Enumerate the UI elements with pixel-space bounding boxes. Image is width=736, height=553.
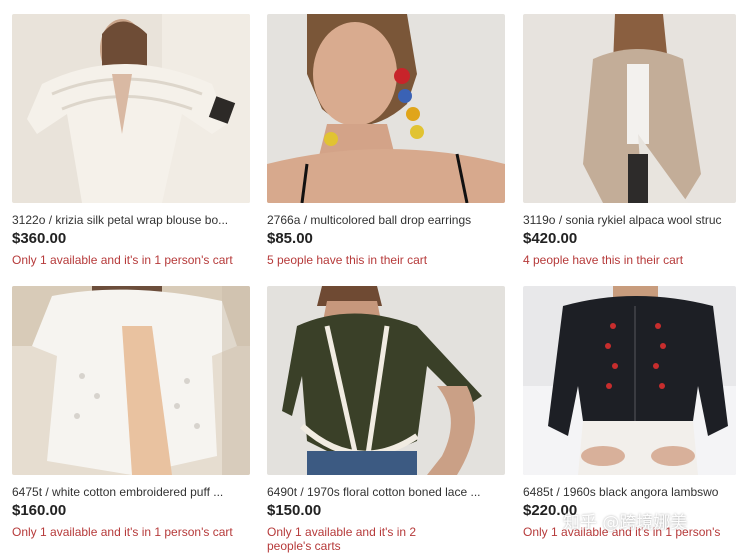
product-photo-black-cardigan[interactable] [523, 286, 736, 475]
product-title[interactable]: 6485t / 1960s black angora lambswo [523, 485, 736, 499]
product-price: $85.00 [267, 230, 313, 247]
cart-status: 5 people have this in their cart [267, 253, 428, 267]
product-card[interactable]: 2766a / multicolored ball drop earrings … [267, 14, 507, 267]
cart-status: Only 1 available and it's in 1 person's … [12, 525, 233, 539]
cart-status: Only 1 available and it's in 1 person's … [12, 253, 233, 267]
product-card[interactable]: 6490t / 1970s floral cotton boned lace .… [267, 286, 507, 553]
product-title[interactable]: 3119o / sonia rykiel alpaca wool struc [523, 213, 736, 227]
product-price: $420.00 [523, 230, 578, 247]
product-photo-white-eyelet-top[interactable] [12, 286, 250, 475]
product-title[interactable]: 6475t / white cotton embroidered puff ..… [12, 485, 250, 499]
product-card[interactable]: 6485t / 1960s black angora lambswo $220.… [523, 286, 736, 539]
product-photo-camel-coat[interactable] [523, 14, 736, 203]
product-title[interactable]: 3122o / krizia silk petal wrap blouse bo… [12, 213, 250, 227]
product-photo-ball-drop-earrings[interactable] [267, 14, 505, 203]
product-price: $150.00 [267, 502, 322, 519]
product-title[interactable]: 6490t / 1970s floral cotton boned lace .… [267, 485, 505, 499]
product-title[interactable]: 2766a / multicolored ball drop earrings [267, 213, 505, 227]
cart-status: 4 people have this in their cart [523, 253, 684, 267]
cart-status: Only 1 available and it's in 2 people's … [267, 525, 417, 553]
cart-status: Only 1 available and it's in 1 person's [523, 525, 721, 539]
product-grid: 3122o / krizia silk petal wrap blouse bo… [0, 0, 736, 553]
product-card[interactable]: 6475t / white cotton embroidered puff ..… [12, 286, 252, 539]
product-card[interactable]: 3119o / sonia rykiel alpaca wool struc $… [523, 14, 736, 267]
product-card[interactable]: 3122o / krizia silk petal wrap blouse bo… [12, 14, 252, 267]
product-photo-floral-bodice[interactable] [267, 286, 505, 475]
product-photo-cream-ruffle-blouse[interactable] [12, 14, 250, 203]
product-price: $160.00 [12, 502, 67, 519]
product-price: $360.00 [12, 230, 67, 247]
product-price: $220.00 [523, 502, 578, 519]
